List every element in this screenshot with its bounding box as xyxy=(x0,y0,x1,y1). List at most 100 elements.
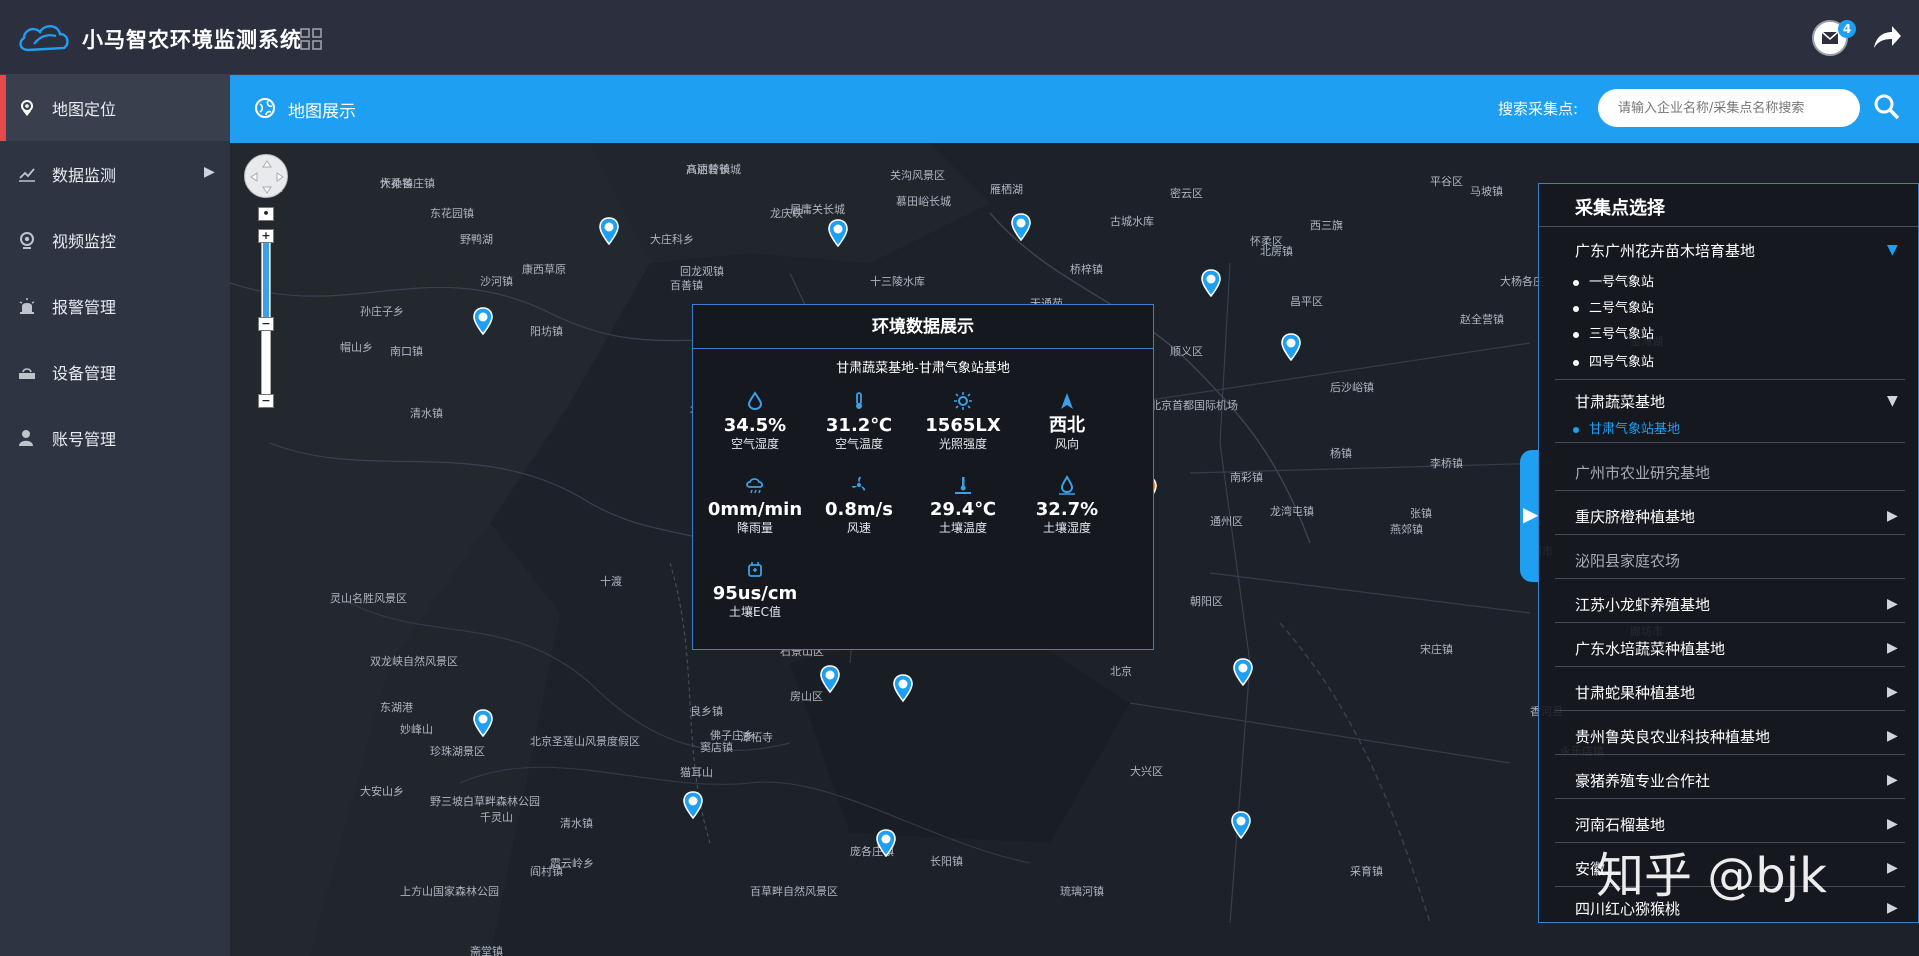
metric-value: 95us/cm xyxy=(712,583,798,604)
chevron-right-icon[interactable]: ▶ xyxy=(1887,508,1898,524)
map-place-label: 赵全营镇 xyxy=(1460,313,1504,326)
chevron-down-icon[interactable]: ▼ xyxy=(1887,393,1898,409)
station-map-pin[interactable] xyxy=(827,219,849,247)
chevron-down-icon[interactable]: ▼ xyxy=(1887,242,1898,258)
search-icon[interactable] xyxy=(1873,93,1901,121)
sidebar-item-device-management[interactable]: 设备管理 xyxy=(0,339,230,405)
map-place-label: 百草畔自然风景区 xyxy=(750,885,838,898)
station-map-pin[interactable] xyxy=(892,674,914,702)
map-place-label: 南彩镇 xyxy=(1230,471,1263,484)
chevron-right-icon[interactable]: ▶ xyxy=(1887,772,1898,788)
station-item[interactable]: 一号气象站 xyxy=(1589,271,1654,290)
metric-soil-humidity: 32.7% 土壤湿度 xyxy=(1015,475,1119,547)
group-jiangsu-crayfish[interactable]: 江苏小龙虾养殖基地 xyxy=(1575,594,1710,615)
station-map-pin[interactable] xyxy=(1010,213,1032,241)
map-place-label: 顺义区 xyxy=(1170,345,1203,358)
group-guangzhou-research[interactable]: 广州市农业研究基地 xyxy=(1575,462,1710,483)
sidebar-item-video-monitoring[interactable]: 视频监控 xyxy=(0,207,230,273)
mail-count-badge: 4 xyxy=(1838,20,1856,38)
station-item[interactable]: 二号气象站 xyxy=(1589,297,1654,316)
map-place-label: 采育镇 xyxy=(1350,865,1383,878)
map-place-label: 窦店镇 xyxy=(700,741,733,754)
chevron-right-icon[interactable]: ▶ xyxy=(1887,816,1898,832)
station-item[interactable]: 三号气象站 xyxy=(1589,323,1654,342)
sidebar-item-map-location[interactable]: 地图定位 xyxy=(0,75,230,141)
map-place-label: 高丽营镇 xyxy=(686,163,730,176)
group-chongqing-orange[interactable]: 重庆脐橙种植基地 xyxy=(1575,506,1695,527)
chevron-right-icon[interactable]: ▶ xyxy=(1887,728,1898,744)
sidebar-item-label: 数据监测 xyxy=(52,166,117,185)
chevron-right-icon[interactable]: ▶ xyxy=(1887,640,1898,656)
map-place-label: 良乡镇 xyxy=(690,705,723,718)
map-place-label: 宋庄镇 xyxy=(1420,643,1453,656)
map-place-label: 东湖港 xyxy=(380,701,413,714)
map-place-label: 孙庄子乡 xyxy=(360,305,404,318)
search-input[interactable] xyxy=(1598,89,1860,127)
station-map-pin[interactable] xyxy=(472,709,494,737)
zoom-reset-button[interactable]: • xyxy=(258,207,274,221)
station-item-selected[interactable]: 甘肃气象站基地 xyxy=(1589,418,1680,437)
sidebar-item-data-monitoring[interactable]: 数据监测 ▶ xyxy=(0,141,230,207)
station-panel-toggle[interactable]: ▶ xyxy=(1520,450,1540,582)
map-place-label: 杨镇 xyxy=(1330,447,1352,460)
station-item[interactable]: 四号气象站 xyxy=(1589,351,1654,370)
chevron-right-icon[interactable]: ▶ xyxy=(1887,596,1898,612)
station-map-pin[interactable] xyxy=(1280,333,1302,361)
group-guangdong-flower[interactable]: 广东广州花卉苗木培育基地 xyxy=(1575,240,1755,261)
env-panel-title: 环境数据展示 xyxy=(693,305,1153,349)
share-icon[interactable] xyxy=(1872,24,1902,50)
station-map-pin[interactable] xyxy=(682,791,704,819)
alarm-icon xyxy=(19,298,35,314)
map-place-label: 通州区 xyxy=(1210,515,1243,528)
metric-value: 29.4℃ xyxy=(929,499,997,520)
metric-air-temperature: 31.2℃ 空气温度 xyxy=(807,391,911,463)
group-gansu-apple[interactable]: 甘肃蛇果种植基地 xyxy=(1575,682,1695,703)
map-place-label: 关沟风景区 xyxy=(890,169,945,182)
group-biyang-farm[interactable]: 泌阳县家庭农场 xyxy=(1575,550,1680,571)
map-place-label: 康西草原 xyxy=(522,263,566,276)
station-map-pin[interactable] xyxy=(598,217,620,245)
chevron-right-icon[interactable]: ▶ xyxy=(1887,900,1898,916)
sidebar-item-label: 地图定位 xyxy=(52,100,117,119)
station-map-pin[interactable] xyxy=(1200,269,1222,297)
thermometer-icon xyxy=(856,392,862,409)
metric-value: 西北 xyxy=(1049,415,1085,436)
station-panel-title: 采集点选择 xyxy=(1575,198,1665,219)
map-place-label: 朝阳区 xyxy=(1190,595,1223,608)
map-place-label: 东花园镇 xyxy=(430,207,474,220)
map-place-label: 妙峰山 xyxy=(400,723,433,736)
station-map-pin[interactable] xyxy=(1232,658,1254,686)
divider xyxy=(1555,578,1905,579)
bullet-icon xyxy=(1573,360,1579,366)
grid-menu-icon[interactable] xyxy=(300,28,322,50)
zoom-out-button[interactable]: − xyxy=(258,394,274,408)
zoom-handle[interactable]: − xyxy=(258,317,274,331)
map-place-label: 回龙观镇 xyxy=(680,265,724,278)
sidebar-item-label: 账号管理 xyxy=(52,430,117,449)
map-place-label: 野鸭湖 xyxy=(460,233,493,246)
map-pin-icon xyxy=(21,100,33,116)
group-henan-pomegranate[interactable]: 河南石榴基地 xyxy=(1575,814,1665,835)
sidebar-item-account-management[interactable]: 账号管理 xyxy=(0,405,230,471)
globe-icon xyxy=(255,98,275,118)
sidebar-item-alarm-management[interactable]: 报警管理 xyxy=(0,273,230,339)
station-map-pin[interactable] xyxy=(1230,811,1252,839)
station-map-pin[interactable] xyxy=(472,307,494,335)
pan-arrows-icon xyxy=(250,160,284,194)
map-place-label: 清水镇 xyxy=(410,407,443,420)
group-gansu-vegetable[interactable]: 甘肃蔬菜基地 xyxy=(1575,391,1665,412)
map-place-label: 珍珠湖景区 xyxy=(430,745,485,758)
chevron-right-icon[interactable]: ▶ xyxy=(1887,684,1898,700)
map-pan-control[interactable] xyxy=(244,154,288,198)
group-porcupine-coop[interactable]: 豪猪养殖专业合作社 xyxy=(1575,770,1710,791)
metric-air-humidity: 34.5% 空气湿度 xyxy=(703,391,807,463)
station-map-pin[interactable] xyxy=(875,829,897,857)
group-guangdong-hydroponic[interactable]: 广东水培蔬菜种植基地 xyxy=(1575,638,1725,659)
chevron-right-icon[interactable]: ▶ xyxy=(1887,860,1898,876)
map-place-label: 燕郊镇 xyxy=(1390,523,1423,536)
station-map-pin[interactable] xyxy=(819,665,841,693)
group-guizhou-agritech[interactable]: 贵州鲁英良农业科技种植基地 xyxy=(1575,726,1770,747)
user-icon xyxy=(19,430,33,446)
map-place-label: 十渡 xyxy=(600,575,622,588)
zoom-in-button[interactable]: + xyxy=(258,229,274,243)
